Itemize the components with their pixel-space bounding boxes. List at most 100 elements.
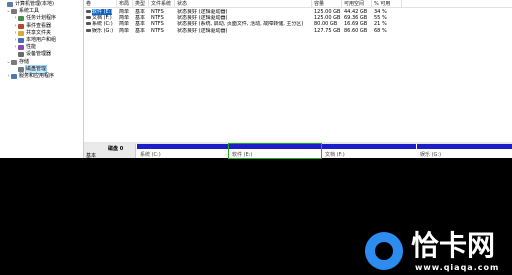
logo-icon xyxy=(365,232,403,270)
volume-row[interactable]: 娱乐 (G:) 简单 基本 NTFS 状态良好 (逻辑驱动器) 127.75 GB 86.6… xyxy=(84,28,512,34)
col-volume-cell: 软件 (E:) xyxy=(84,9,117,15)
cell-text: NTFS xyxy=(151,9,164,15)
cell-text: 21 % xyxy=(374,21,387,28)
disk-management-window: 计算机管理(本地) ⌄ 系统工具 › 任务计划程序 › 事件查看器 › 共享文件夹 › 本地用户和组… xyxy=(0,0,512,159)
tree-item-label: 事件查看器 xyxy=(26,22,52,29)
cell-text: 简单 xyxy=(119,15,130,22)
tree-node-icon xyxy=(18,45,24,51)
col-type-cell: 基本 xyxy=(133,21,149,27)
col-layout-cell: 简单 xyxy=(117,9,133,15)
cell-text: 基本 xyxy=(135,21,146,28)
col-capacity-header[interactable]: 容量 xyxy=(312,0,342,8)
volume-row[interactable]: 软件 (E:) 简单 基本 NTFS 状态良好 (逻辑驱动器) 125.00 GB 44.4… xyxy=(84,9,512,15)
col-status-cell: 状态良好 (逻辑驱动器) xyxy=(175,15,312,21)
tree-root-computer-management[interactable]: 计算机管理(本地) xyxy=(2,1,54,8)
cell-text: 娱乐 (G:) xyxy=(92,27,114,34)
tree-node-icon xyxy=(18,16,24,22)
cell-text: 基本 xyxy=(135,15,146,22)
disk-graphical-view: 磁盘 0 基本 系统 (C:) 软件 (E:) 文档 (F:) 娱乐 (G:) xyxy=(84,143,512,159)
col-percent-free-cell: 34 % xyxy=(372,9,402,15)
col-free-space-cell: 86.60 GB xyxy=(342,28,372,34)
cell-text: 16.69 GB xyxy=(344,21,368,28)
tree-item-shared-folders[interactable]: › 共享文件夹 xyxy=(13,30,51,37)
col-status-header[interactable]: 状态 xyxy=(175,0,312,8)
partition-e[interactable]: 软件 (E:) xyxy=(228,143,322,159)
disk-type: 基本 xyxy=(86,153,97,159)
col-type-cell: 基本 xyxy=(133,15,149,21)
cell-text: 简单 xyxy=(119,9,130,15)
cell-text: NTFS xyxy=(151,15,164,22)
col-percent-free-header[interactable]: % 可用 xyxy=(372,0,402,8)
col-free-space-cell: 44.42 GB xyxy=(342,9,372,15)
col-filesystem-cell: NTFS xyxy=(149,9,175,15)
col-capacity-cell: 127.75 GB xyxy=(312,28,342,34)
cell-text: 文档 (F:) xyxy=(92,15,112,22)
cell-text: 简单 xyxy=(119,27,130,34)
col-layout-header[interactable]: 布局 xyxy=(117,0,133,8)
cell-text: 软件 (E:) xyxy=(92,9,113,15)
col-filesystem-cell: NTFS xyxy=(149,21,175,27)
col-percent-free-cell: 68 % xyxy=(372,28,402,34)
col-layout-cell: 简单 xyxy=(117,21,133,27)
tree-item-label: 任务计划程序 xyxy=(26,15,57,22)
tree-item-label: 服务和应用程序 xyxy=(19,73,55,79)
volume-row[interactable]: 系统 (C:) 简单 基本 NTFS 状态良好 (系统, 启动, 页面文件, 活动, 故… xyxy=(84,21,512,27)
col-capacity-cell: 80.00 GB xyxy=(312,21,342,27)
cell-text: 127.75 GB xyxy=(314,27,341,34)
col-filesystem-cell: NTFS xyxy=(149,28,175,34)
disk-name: 磁盘 0 xyxy=(108,146,124,152)
tree-item-local-users-groups[interactable]: › 本地用户和组 xyxy=(13,37,56,44)
site-watermark: 恰卡网 www.qiaqa.com xyxy=(353,228,512,275)
tree-node-icon xyxy=(18,66,24,72)
tree-node-icon xyxy=(7,2,13,7)
col-filesystem-header[interactable]: 文件系统 xyxy=(149,0,175,8)
col-layout-cell: 简单 xyxy=(117,28,133,34)
col-capacity-cell: 125.00 GB xyxy=(312,9,342,15)
col-percent-free-cell: 55 % xyxy=(372,15,402,21)
col-filesystem-cell: NTFS xyxy=(149,15,175,21)
col-type-header[interactable]: 类型 xyxy=(133,0,149,8)
tree-item-disk-management[interactable]: 磁盘管理 xyxy=(13,64,48,74)
partition-c[interactable]: 系统 (C:) xyxy=(137,144,228,158)
cell-text: 55 % xyxy=(374,15,387,22)
col-free-space-header[interactable]: 可用空间 xyxy=(342,0,372,8)
cell-text: 状态良好 (逻辑驱动器) xyxy=(177,9,228,15)
tree-item-label: 设备管理器 xyxy=(26,51,52,58)
col-volume-cell: 系统 (C:) xyxy=(84,21,117,27)
tree-item-label: 存储 xyxy=(19,58,30,65)
disk-label[interactable]: 磁盘 0 基本 xyxy=(84,144,136,159)
col-free-space-cell: 16.69 GB xyxy=(342,21,372,27)
cell-text: 基本 xyxy=(135,9,146,15)
watermark-url: www.qiaqa.com xyxy=(415,263,500,272)
volume-row[interactable]: 文档 (F:) 简单 基本 NTFS 状态良好 (逻辑驱动器) 125.00 GB 69.3… xyxy=(84,15,512,21)
volume-list-header: 卷布局 类型 文件系统 状态 容量 可用空间% 可用 xyxy=(84,0,512,8)
col-capacity-cell: 125.00 GB xyxy=(312,15,342,21)
cell-text: 34 % xyxy=(374,9,387,15)
partition-g[interactable]: 娱乐 (G:) xyxy=(417,144,512,158)
partition-bar xyxy=(417,144,512,149)
tree-node-icon xyxy=(18,23,24,29)
tree-item-label: 本地用户和组 xyxy=(26,37,57,43)
tree-item-task-scheduler[interactable]: › 任务计划程序 xyxy=(13,15,56,22)
col-volume-header[interactable]: 卷 xyxy=(84,0,117,8)
cell-text: 80.00 GB xyxy=(314,21,338,28)
partition-f[interactable]: 文档 (F:) xyxy=(322,144,416,158)
cell-text: NTFS xyxy=(151,27,164,34)
tree-item-label: 计算机管理(本地) xyxy=(15,1,54,7)
volume-icon xyxy=(86,16,91,20)
cell-text: NTFS xyxy=(151,21,164,28)
partition-label: 文档 (F:) xyxy=(325,152,345,158)
volume-icon xyxy=(86,10,91,13)
tree-item-device-manager[interactable]: 设备管理器 xyxy=(13,51,51,58)
tree-item-event-viewer[interactable]: › 事件查看器 xyxy=(13,23,51,30)
cell-text: 状态良好 (逻辑驱动器) xyxy=(177,15,228,22)
tree-node-icon xyxy=(11,9,17,15)
tree-item-services-applications[interactable]: › 服务和应用程序 xyxy=(6,73,54,80)
volume-list: 卷布局 类型 文件系统 状态 容量 可用空间% 可用 软件 (E:) 简单 基本 NTFS 状态良… xyxy=(84,0,512,142)
partition-bar xyxy=(137,144,228,149)
cell-text: 68 % xyxy=(374,27,387,34)
col-status-cell: 状态良好 (逻辑驱动器) xyxy=(175,9,312,15)
tree-item-storage[interactable]: ⌄ 存储 xyxy=(6,59,29,66)
partition-label: 系统 (C:) xyxy=(140,152,161,158)
col-status-cell: 状态良好 (系统, 启动, 页面文件, 活动, 故障转储, 主分区) xyxy=(175,21,312,27)
